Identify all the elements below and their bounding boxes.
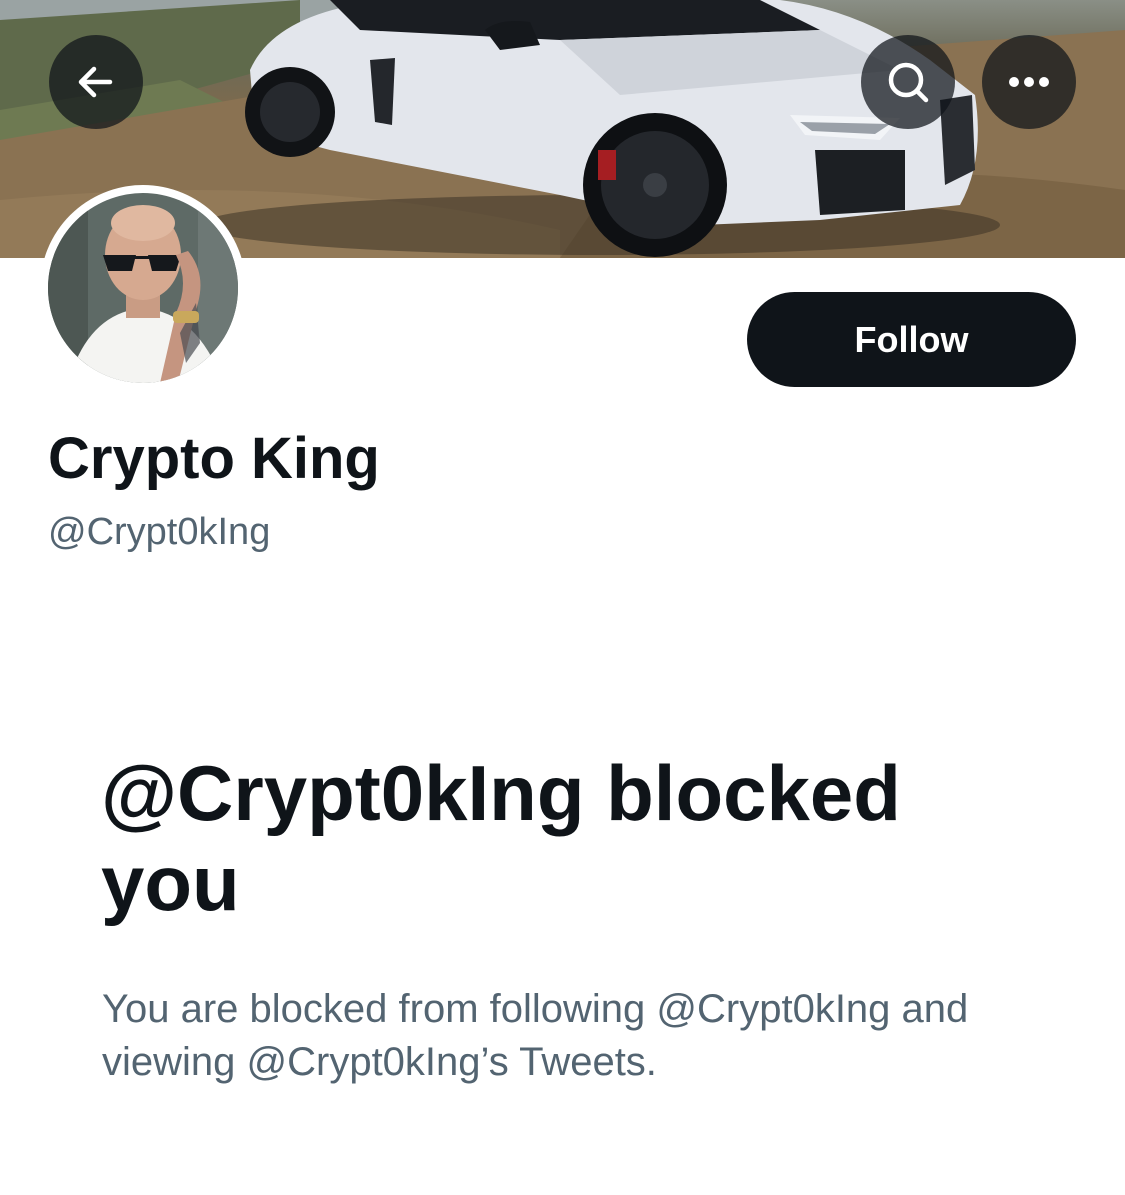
blocked-description: You are blocked from following @Crypt0kI… [102,987,969,1084]
more-button[interactable] [982,35,1076,129]
avatar-image [48,193,238,383]
back-button[interactable] [49,35,143,129]
follow-button[interactable]: Follow [747,292,1076,387]
avatar[interactable] [40,185,246,391]
profile-display-name: Crypto King [48,426,380,491]
blocked-title: @Crypt0kIng blocked you [101,749,901,927]
profile-handle: @Crypt0kIng [48,511,271,553]
more-horizontal-icon [1009,77,1049,87]
search-button[interactable] [861,35,955,129]
arrow-left-icon [78,66,113,98]
search-icon [888,62,929,103]
